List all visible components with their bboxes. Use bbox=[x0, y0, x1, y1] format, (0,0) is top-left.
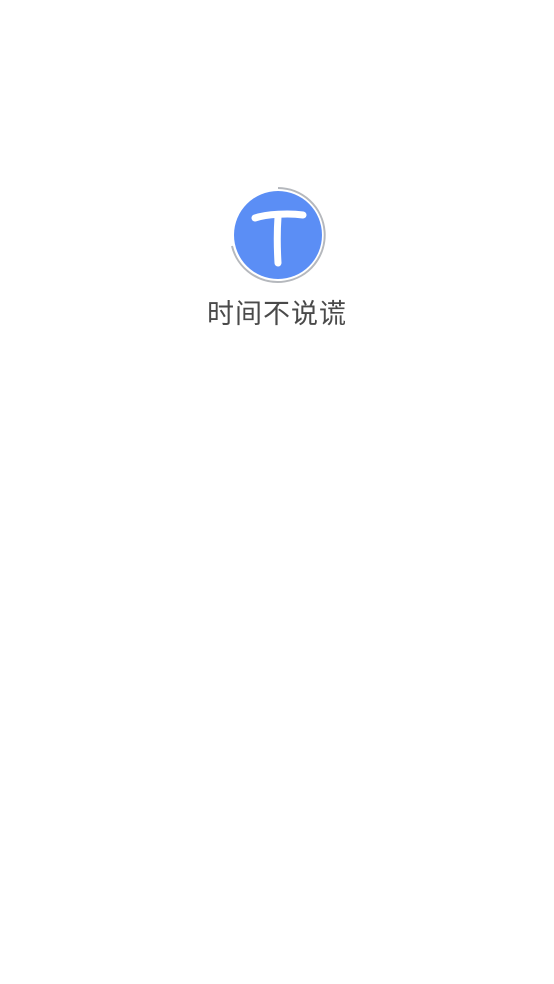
app-logo-icon bbox=[229, 186, 327, 284]
app-name: 时间不说谎 bbox=[207, 299, 347, 330]
splash-screen: 时间不说谎 bbox=[0, 0, 554, 984]
